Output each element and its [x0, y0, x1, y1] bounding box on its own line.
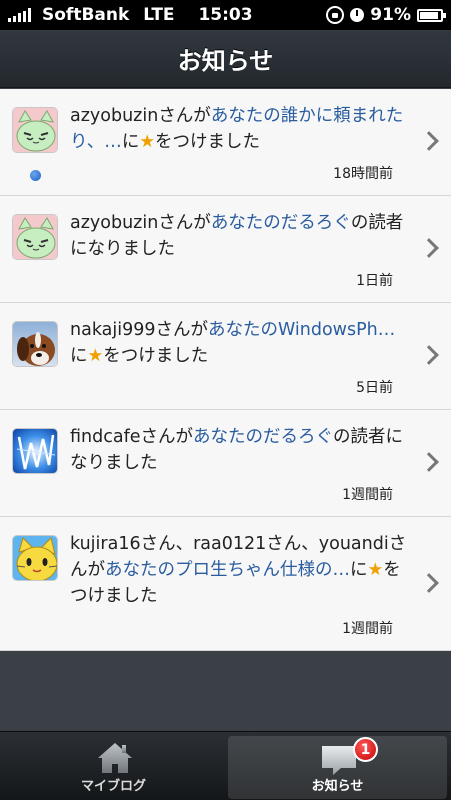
notification-user: kujira16さん、raa0121さん、youandi	[70, 534, 389, 554]
notification-text: findcafeさんがあなたのだるろぐの読者になりました	[70, 424, 410, 476]
notification-pre: さんが	[158, 106, 211, 126]
carrier-label: SoftBank	[42, 5, 130, 25]
navigation-bar: お知らせ	[0, 30, 451, 88]
notification-text: kujira16さん、raa0121さん、youandiさんがあなたのプロ生ちゃ…	[70, 531, 410, 609]
chevron-right-icon	[419, 131, 439, 151]
notification-user: azyobuzin	[70, 213, 159, 233]
chevron-right-icon	[419, 345, 439, 365]
chevron-right-icon	[419, 238, 439, 258]
notification-time: 1日前	[356, 273, 393, 289]
page-title: お知らせ	[177, 47, 274, 75]
dog-photo-avatar-icon	[12, 321, 58, 367]
rotation-lock-icon	[326, 6, 345, 24]
notification-connector: の	[350, 213, 369, 233]
home-icon	[98, 743, 132, 773]
notification-user: nakaji999	[70, 320, 156, 340]
green-cat-avatar-icon	[12, 214, 58, 260]
notification-pre: さんが	[140, 427, 194, 447]
blue-lightning-avatar-icon	[12, 428, 58, 474]
network-label: LTE	[143, 5, 175, 25]
notification-connector: の	[333, 427, 351, 447]
alarm-clock-icon	[350, 8, 365, 22]
notification-action: をつけました	[103, 346, 209, 366]
star-icon: ★	[87, 346, 104, 366]
yellow-cat-avatar-icon	[12, 535, 58, 581]
blog-link[interactable]: あなたのだるろぐ	[193, 427, 333, 447]
entry-link[interactable]: あなたのWindowsPh…	[208, 320, 395, 340]
notification-time: 5日前	[356, 380, 393, 396]
star-icon: ★	[367, 560, 384, 580]
notification-text: azyobuzinさんがあなたのだるろぐの読者になりました	[70, 210, 410, 262]
battery-icon	[417, 8, 446, 22]
tab-label: マイブログ	[80, 779, 146, 794]
notification-item[interactable]: findcafeさんがあなたのだるろぐの読者になりました 1週間前	[0, 410, 451, 517]
notification-connector: に	[70, 346, 88, 366]
notification-time: 1週間前	[342, 487, 393, 503]
notification-user: findcafe	[70, 427, 141, 447]
message-icon	[322, 746, 356, 775]
tab-notifications[interactable]: 1 お知らせ	[228, 736, 447, 799]
entry-link[interactable]: あなたのプロ生ちゃん仕様の…	[105, 560, 350, 580]
battery-fill	[420, 11, 439, 19]
notification-list: azyobuzinさんがあなたの誰かに頼まれたり、…に★をつけました 18時間前…	[0, 89, 451, 651]
blog-link[interactable]: あなたのだるろぐ	[211, 213, 351, 233]
tab-label: お知らせ	[311, 779, 364, 794]
status-bar: SoftBank LTE 15:03 91%	[0, 0, 451, 30]
signal-strength-icon	[8, 8, 31, 22]
notification-text: azyobuzinさんがあなたの誰かに頼まれたり、…に★をつけました	[70, 103, 410, 155]
notification-connector: に	[121, 132, 140, 152]
notification-action: をつけました	[155, 132, 261, 152]
star-icon: ★	[139, 132, 156, 152]
notification-item[interactable]: azyobuzinさんがあなたの誰かに頼まれたり、…に★をつけました 18時間前	[0, 89, 451, 196]
notification-pre: さんが	[155, 320, 209, 340]
notification-connector: に	[350, 560, 368, 580]
notification-pre: さんが	[158, 213, 211, 233]
tab-bar: マイブログ 1 お知らせ	[0, 731, 451, 800]
notification-user: azyobuzin	[70, 106, 159, 126]
chevron-right-icon	[419, 452, 439, 472]
tab-my-blog[interactable]: マイブログ	[4, 736, 223, 799]
notification-count-badge: 1	[353, 737, 378, 762]
notification-item[interactable]: azyobuzinさんがあなたのだるろぐの読者になりました 1日前	[0, 196, 451, 303]
chevron-right-icon	[419, 572, 439, 593]
notification-text: nakaji999さんがあなたのWindowsPh… に★をつけました	[70, 317, 410, 369]
green-cat-avatar-icon	[12, 107, 58, 153]
battery-percent: 91%	[370, 5, 411, 25]
notification-item[interactable]: nakaji999さんがあなたのWindowsPh… に★をつけました 5日前	[0, 303, 451, 410]
notification-item[interactable]: kujira16さん、raa0121さん、youandiさんがあなたのプロ生ちゃ…	[0, 517, 451, 651]
notification-time: 18時間前	[333, 166, 393, 182]
unread-indicator	[30, 170, 41, 181]
notification-time: 1週間前	[342, 621, 393, 637]
